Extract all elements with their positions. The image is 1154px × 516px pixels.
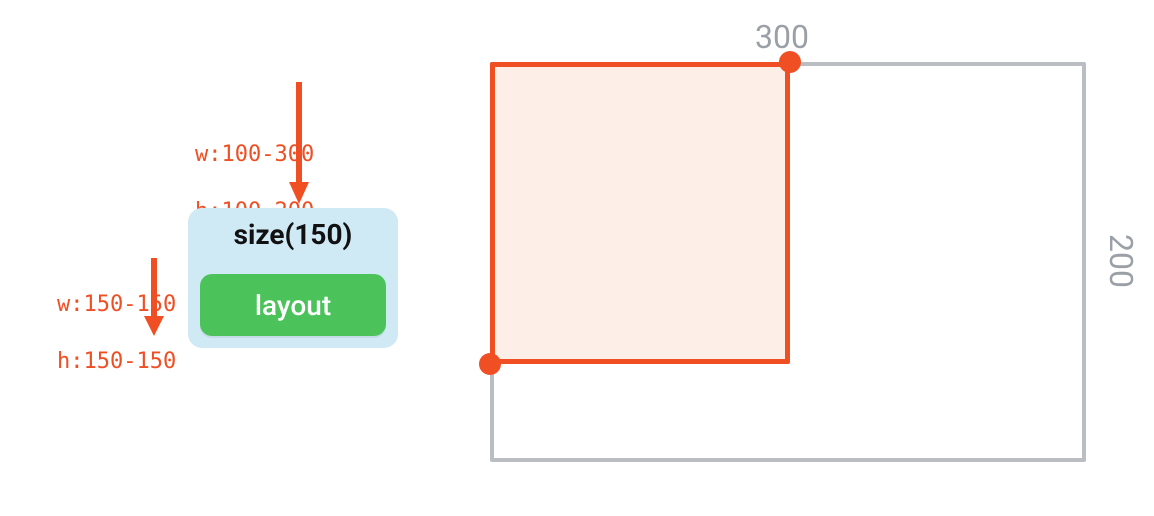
layout-child-label: layout: [255, 289, 331, 322]
size-widget-title: size(150): [234, 218, 353, 251]
corner-dot-icon: [479, 353, 501, 375]
max-height-label: 200: [1102, 234, 1140, 288]
outgoing-h: h:150-150: [57, 349, 176, 374]
max-width-label: 300: [755, 18, 809, 56]
sized-box: [490, 62, 790, 364]
incoming-w: w:100-300: [195, 142, 314, 167]
outgoing-w: w:150-150: [57, 292, 176, 317]
outgoing-constraint-text: w:150-150 h:150-150: [4, 262, 176, 405]
corner-dot-icon: [779, 51, 801, 73]
size-widget-card: size(150) layout: [188, 208, 398, 348]
diagram-stage: w:100-300 h:100-200 w:150-150 h:150-150 …: [0, 0, 1154, 516]
layout-child: layout: [200, 274, 386, 336]
